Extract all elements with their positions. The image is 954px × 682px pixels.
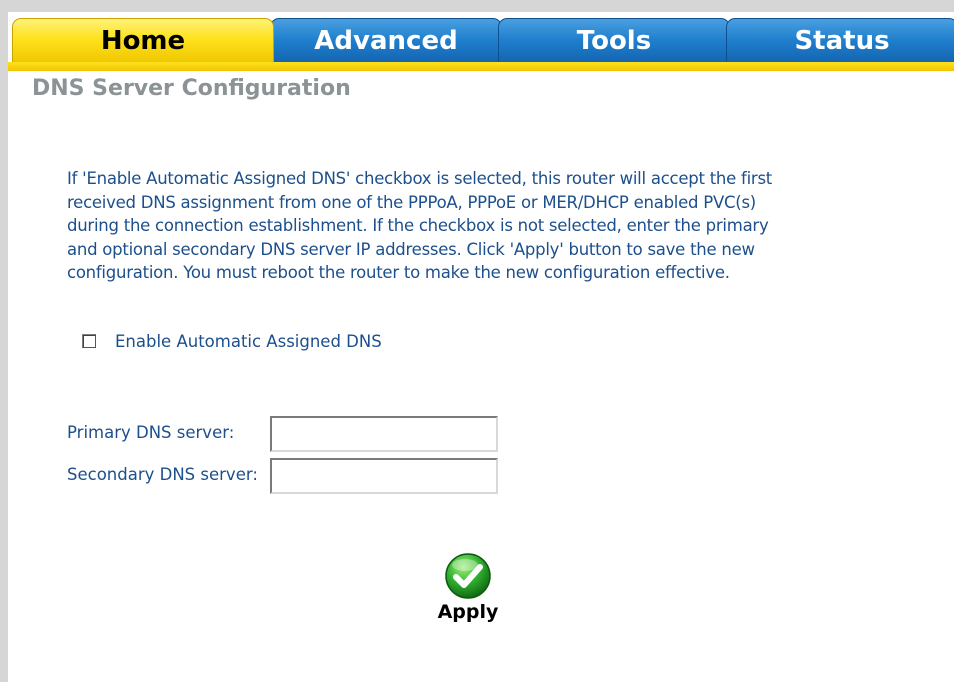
description-line: If 'Enable Automatic Assigned DNS' check…	[67, 169, 773, 188]
description-line: during the connection establishment. If …	[67, 216, 769, 235]
description-text: If 'Enable Automatic Assigned DNS' check…	[67, 167, 867, 285]
apply-label: Apply	[437, 601, 499, 623]
description-line: and optional secondary DNS server IP add…	[67, 239, 755, 259]
tab-advanced[interactable]: Advanced	[270, 18, 502, 62]
secondary-dns-input[interactable]	[270, 458, 498, 494]
auto-dns-checkbox[interactable]	[82, 334, 96, 348]
description-line: received DNS assignment from one of the …	[67, 192, 756, 212]
tab-tools[interactable]: Tools	[498, 18, 730, 62]
tab-underline	[8, 62, 954, 71]
description-line: configuration. You must reboot the route…	[67, 263, 730, 282]
page-title: DNS Server Configuration	[32, 76, 351, 101]
tab-home[interactable]: Home	[12, 18, 274, 62]
tab-status[interactable]: Status	[726, 18, 954, 62]
auto-dns-label: Enable Automatic Assigned DNS	[115, 331, 382, 351]
apply-button[interactable]: Apply	[434, 552, 502, 630]
primary-dns-label: Primary DNS server:	[67, 423, 235, 442]
router-config-page: Advanced Tools Status Home DNS Server Co…	[8, 12, 954, 682]
checkmark-icon	[445, 553, 491, 599]
auto-dns-option: Enable Automatic Assigned DNS	[82, 330, 382, 352]
primary-dns-input[interactable]	[270, 416, 498, 452]
secondary-dns-label: Secondary DNS server:	[67, 465, 258, 484]
main-tab-bar: Advanced Tools Status Home	[8, 18, 954, 71]
